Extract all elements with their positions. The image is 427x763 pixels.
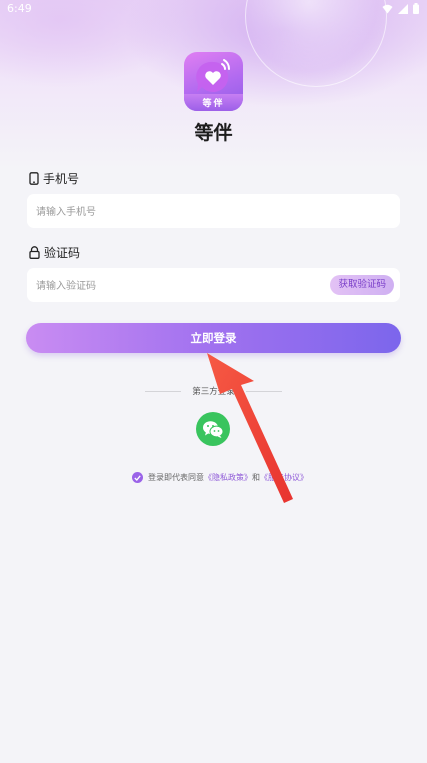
battery-icon [413,3,419,14]
status-bar: 6:49 [0,0,427,18]
phone-label-row: 手机号 [29,170,79,187]
status-icons [382,3,419,14]
get-code-button[interactable]: 获取验证码 [330,275,394,295]
agreement-text: 登录即代表同意 [148,473,204,482]
app-logo: 等伴 [184,52,243,111]
app-name: 等伴 [194,122,233,144]
lock-icon [29,246,40,259]
phone-field[interactable] [27,194,400,230]
divider-right [246,391,282,392]
phone-label: 手机号 [43,172,80,186]
code-input[interactable] [34,268,328,304]
phone-icon [29,172,39,185]
agreement-row: 登录即代表同意《隐私政策》和《服务协议》 [132,472,308,483]
code-field[interactable]: 获取验证码 [27,268,400,304]
privacy-policy-link[interactable]: 《隐私政策》 [204,473,252,482]
logo-text: 等伴 [202,99,225,109]
login-button[interactable]: 立即登录 [26,323,401,353]
wechat-icon [203,420,224,438]
wechat-login-button[interactable] [196,412,230,446]
third-party-label: 第三方登录 [192,387,235,397]
agreement-checkbox[interactable] [132,472,143,483]
status-time: 6:49 [7,2,32,15]
code-label-row: 验证码 [29,244,80,261]
agreement-and: 和 [252,473,260,482]
check-icon [134,474,141,481]
signal-icon [398,3,408,14]
phone-input[interactable] [34,194,328,230]
code-label: 验证码 [44,246,81,260]
service-agreement-link[interactable]: 《服务协议》 [260,473,308,482]
wifi-icon [382,4,393,13]
